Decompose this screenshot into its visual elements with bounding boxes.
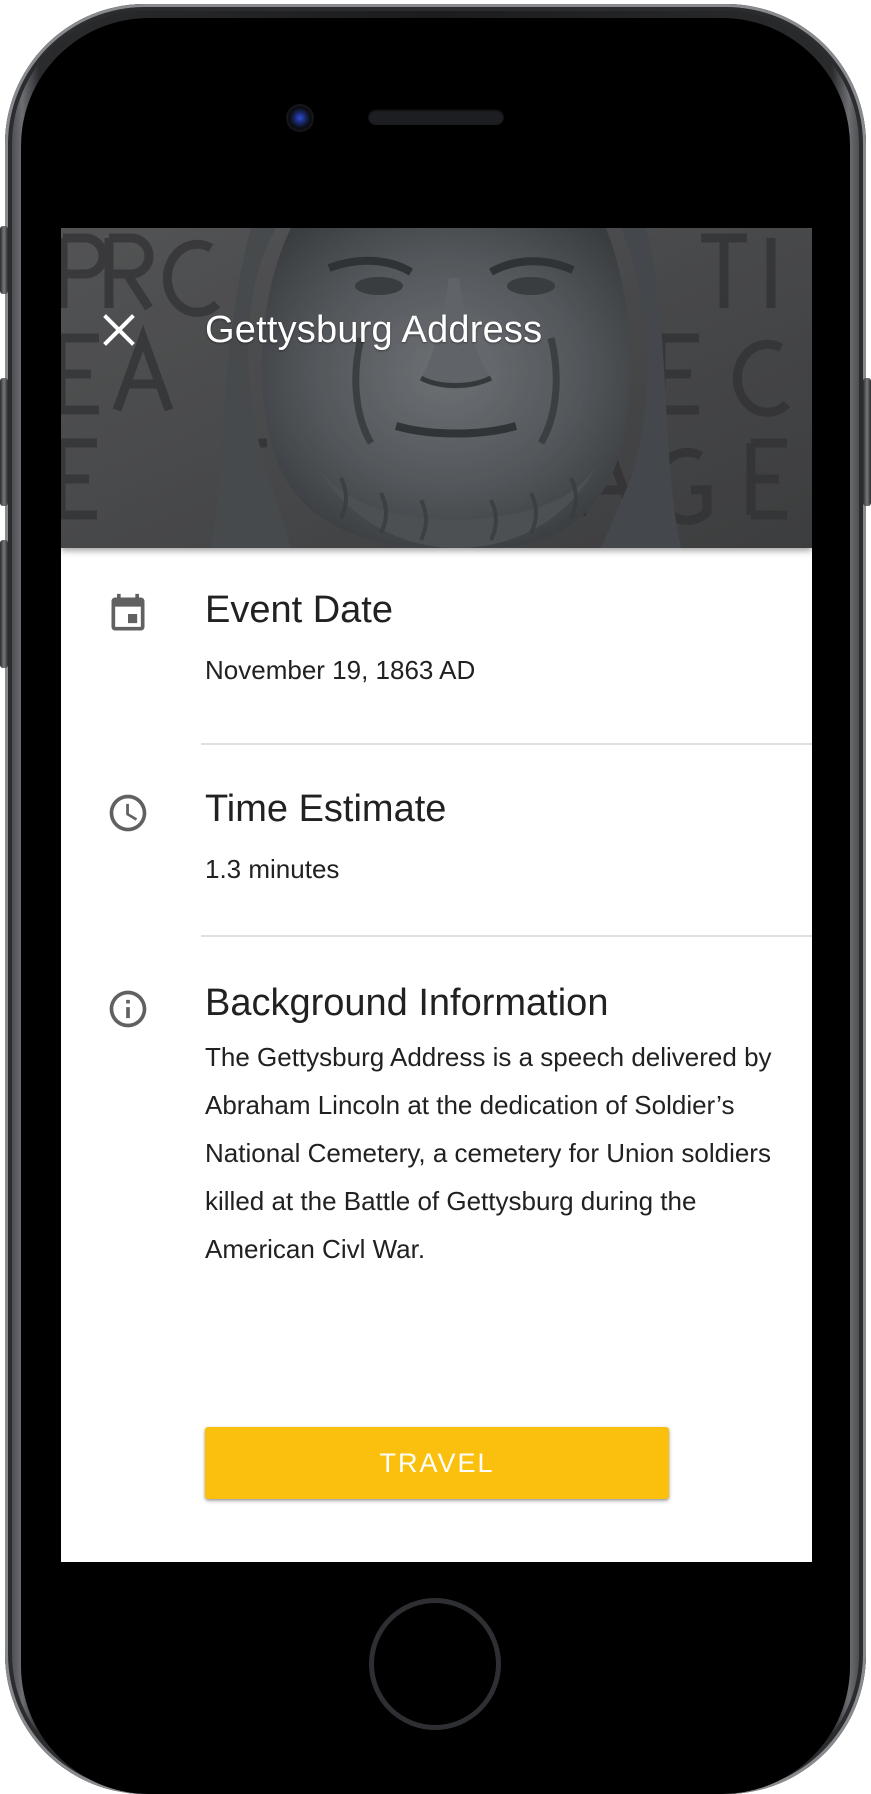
calendar-icon xyxy=(111,593,145,631)
event-date-title: Event Date xyxy=(205,589,393,631)
time-estimate-row: Time Estimate 1.3 minutes xyxy=(61,745,812,935)
home-button[interactable] xyxy=(369,1598,501,1730)
event-header: Gettysburg Address xyxy=(61,228,812,548)
front-camera xyxy=(288,106,312,130)
close-icon xyxy=(103,314,135,346)
volume-down-button xyxy=(0,540,8,668)
volume-up-button xyxy=(0,378,8,506)
time-estimate-value: 1.3 minutes xyxy=(205,854,340,884)
power-button xyxy=(863,378,871,506)
earpiece-speaker xyxy=(368,109,504,125)
close-button[interactable] xyxy=(95,306,143,354)
time-estimate-title: Time Estimate xyxy=(205,788,447,830)
background-info-row: Background Information The Gettysburg Ad… xyxy=(61,937,812,1357)
travel-button[interactable]: TRAVEL xyxy=(205,1427,669,1499)
info-icon xyxy=(109,990,147,1028)
event-date-row: Event Date November 19, 1863 AD xyxy=(61,548,812,748)
clock-icon xyxy=(109,794,147,832)
event-date-value: November 19, 1863 AD xyxy=(205,655,476,685)
page-title: Gettysburg Address xyxy=(205,309,543,351)
mute-switch xyxy=(0,226,8,294)
background-info-text: The Gettysburg Address is a speech deliv… xyxy=(205,1042,772,1264)
app-screen: Gettysburg Address Event Date November 1… xyxy=(61,228,812,1562)
background-info-title: Background Information xyxy=(205,982,609,1024)
sculpture-background-image xyxy=(61,228,812,548)
